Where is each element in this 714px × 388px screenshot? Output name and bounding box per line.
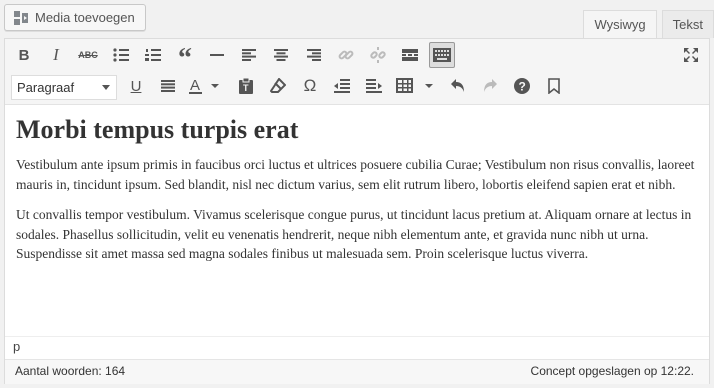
bullet-list-icon[interactable] (108, 42, 134, 68)
bold-icon[interactable]: B (11, 42, 37, 68)
chevron-down-icon (102, 85, 110, 90)
underline-icon[interactable]: U (123, 73, 149, 99)
indent-icon[interactable] (361, 73, 387, 99)
toolbar-row-2: Paragraaf U A T Ω ? (5, 73, 709, 103)
document-heading: Morbi tempus turpis erat (16, 115, 299, 144)
read-more-icon[interactable] (397, 42, 423, 68)
format-select[interactable]: Paragraaf (11, 75, 117, 100)
tab-text[interactable]: Tekst (661, 10, 714, 38)
strikethrough-icon[interactable]: ABC (75, 42, 101, 68)
align-center-icon[interactable] (268, 42, 294, 68)
svg-text:A: A (190, 77, 200, 94)
outdent-icon[interactable] (329, 73, 355, 99)
draft-saved-status: Concept opgeslagen op 12:22. (530, 364, 694, 378)
insert-link-icon[interactable] (333, 42, 359, 68)
element-path-label: p (13, 339, 21, 354)
blockquote-icon[interactable]: “ (172, 42, 198, 73)
help-icon[interactable]: ? (509, 73, 535, 99)
fullscreen-icon[interactable] (678, 42, 704, 68)
paste-as-text-icon[interactable]: T (233, 73, 259, 99)
editor-tabs: Wysiwyg Tekst (578, 10, 714, 38)
table-icon[interactable] (393, 73, 439, 99)
redo-icon[interactable] (477, 73, 503, 99)
clear-formatting-icon[interactable] (265, 73, 291, 99)
editor-content[interactable]: Morbi tempus turpis erat Vestibulum ante… (16, 115, 706, 264)
add-media-button[interactable]: Media toevoegen (4, 4, 146, 31)
svg-text:?: ? (519, 80, 526, 94)
document-paragraph: Vestibulum ante ipsum primis in faucibus… (16, 157, 695, 192)
toolbar-toggle-icon[interactable] (429, 42, 455, 68)
word-count: Aantal woorden: 164 (15, 364, 126, 378)
horizontal-line-icon[interactable] (204, 42, 230, 68)
bookmark-icon[interactable] (541, 73, 567, 99)
align-right-icon[interactable] (301, 42, 327, 68)
unlink-icon[interactable] (365, 42, 391, 68)
justify-icon[interactable] (155, 73, 181, 99)
document-paragraph: Ut convallis tempor vestibulum. Vivamus … (16, 207, 692, 262)
add-media-label: Media toevoegen (35, 10, 135, 25)
status-bar: Aantal woorden: 164 Concept opgeslagen o… (5, 359, 709, 384)
text-color-icon[interactable]: A (186, 73, 226, 99)
media-icon (13, 10, 29, 26)
svg-text:T: T (243, 83, 249, 93)
undo-icon[interactable] (445, 73, 471, 99)
special-character-icon[interactable]: Ω (297, 73, 323, 99)
format-select-value: Paragraaf (17, 80, 75, 95)
numbered-list-icon[interactable] (140, 42, 166, 68)
editor-toolbar: B I ABC “ Paragraaf U A T Ω ? (5, 39, 709, 105)
tab-wysiwyg[interactable]: Wysiwyg (583, 10, 657, 38)
element-path[interactable]: p (5, 336, 709, 358)
editor: B I ABC “ Paragraaf U A T Ω ? Morbi temp… (4, 38, 710, 384)
italic-icon[interactable]: I (43, 42, 69, 68)
align-left-icon[interactable] (236, 42, 262, 68)
